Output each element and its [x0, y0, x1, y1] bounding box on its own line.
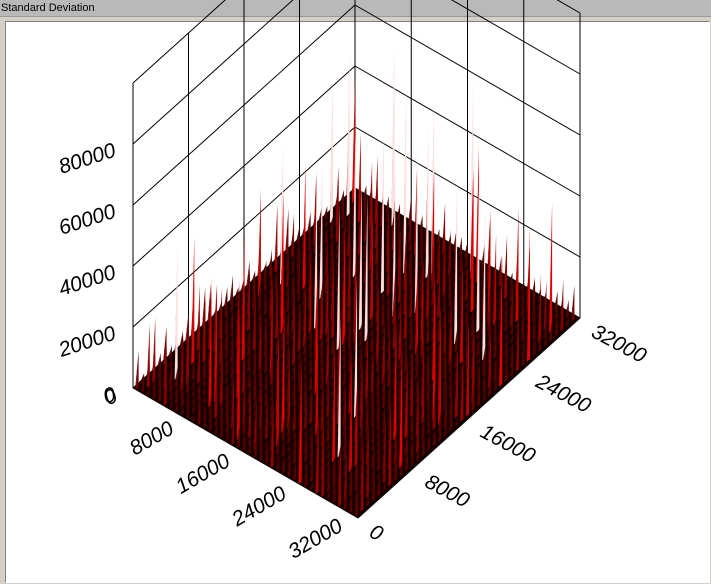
y-tick-label: 24000: [531, 370, 595, 418]
x-tick-label: 16000: [172, 449, 234, 498]
z-tick-label: 60000: [56, 200, 119, 240]
x-tick-label: 32000: [284, 514, 346, 563]
x-tick-label: 24000: [227, 482, 290, 532]
surface-plot: 08000160002400032000 08000160002400032000…: [55, 0, 651, 564]
y-tick-label: 0: [366, 520, 387, 546]
z-tick-label: 40000: [56, 261, 119, 301]
x-tick-label: 8000: [126, 417, 178, 460]
z-tick-label: 20000: [55, 322, 119, 362]
y-tick-label: 32000: [588, 320, 651, 368]
y-tick-label: 8000: [421, 470, 473, 512]
y-tick-label: 16000: [477, 420, 540, 468]
z-tick-label: 80000: [56, 139, 119, 179]
